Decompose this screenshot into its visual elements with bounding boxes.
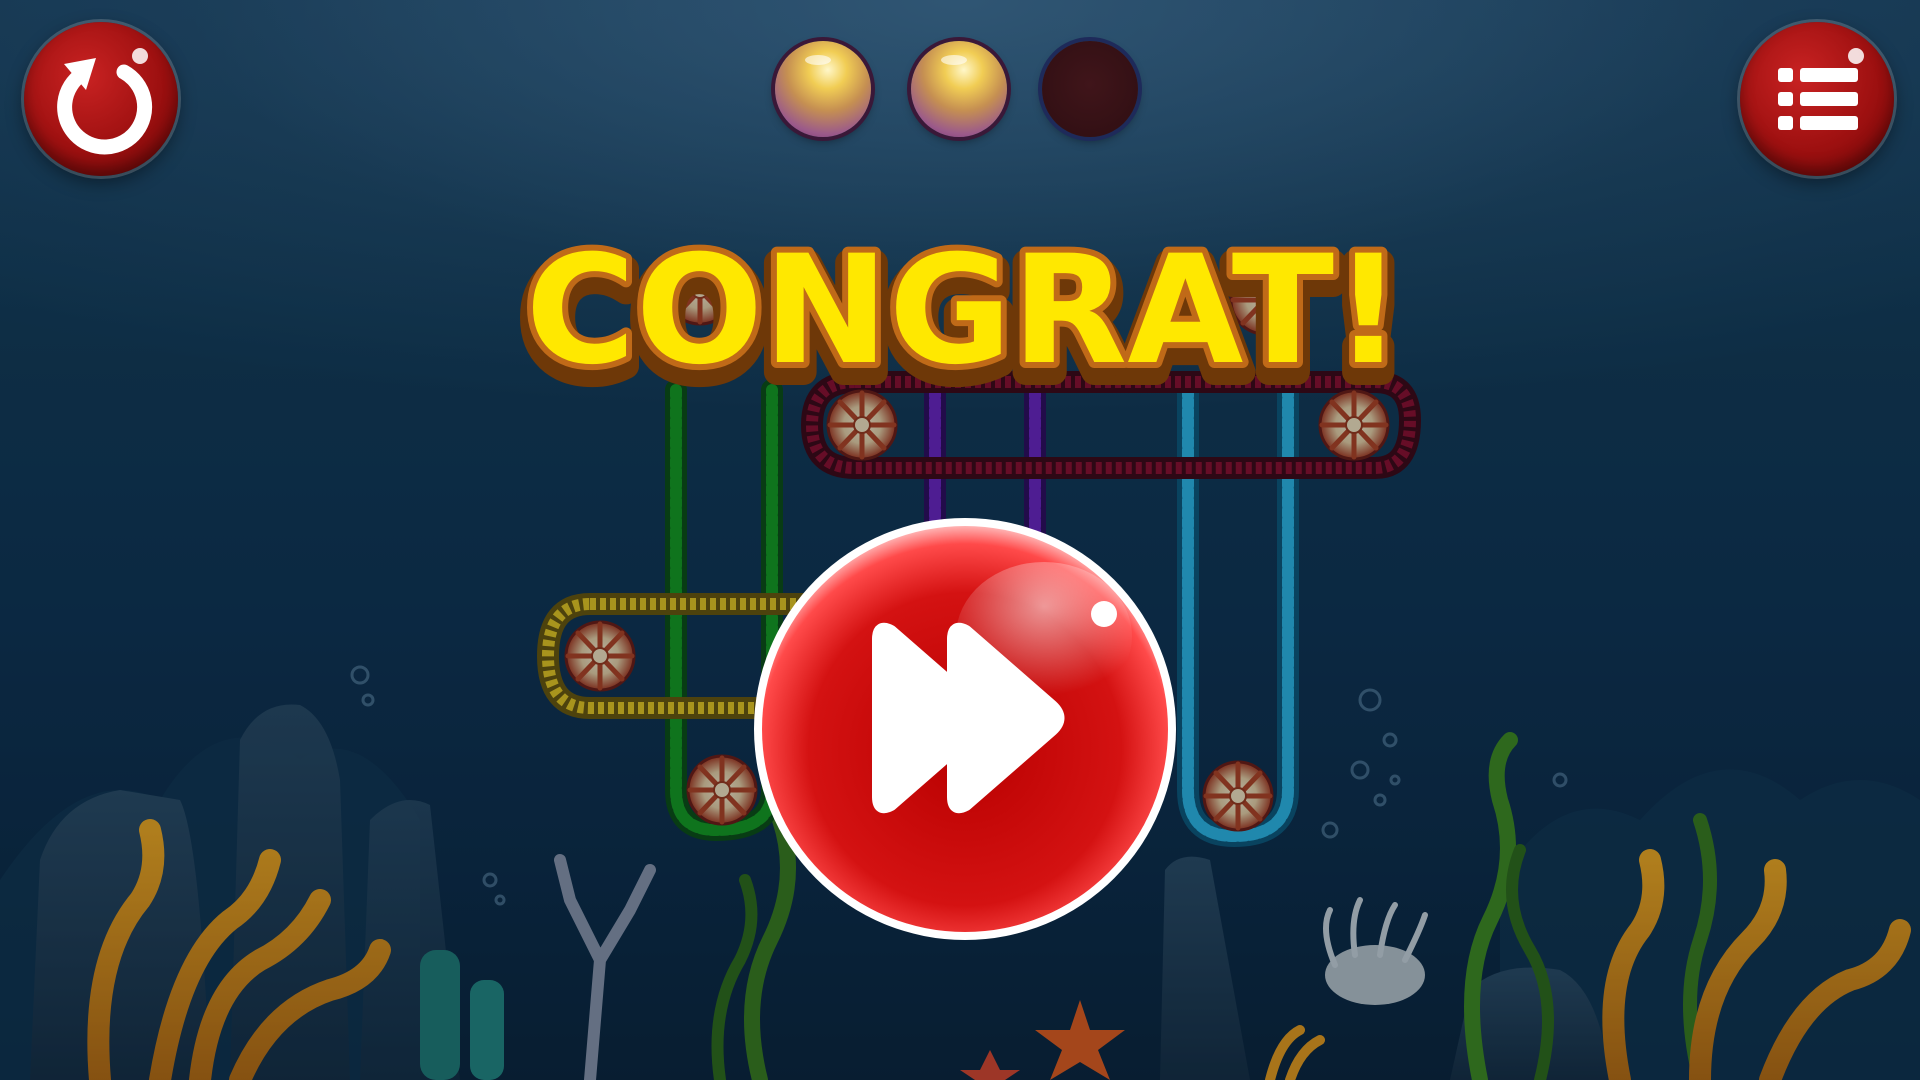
button-shine [132,48,148,64]
star-orb-earned [911,41,1007,137]
button-shine [1848,48,1864,64]
restart-icon [57,58,153,155]
menu-button[interactable] [1740,22,1894,176]
restart-button[interactable] [24,22,178,176]
game-stage: CONGRAT! CONGRAT! [0,0,1920,1080]
next-level-button[interactable] [752,516,1178,942]
menu-list-icon [1778,68,1858,130]
star-orb-earned [775,41,871,137]
star-orb-empty [1042,41,1138,137]
button-shine [1091,601,1117,627]
